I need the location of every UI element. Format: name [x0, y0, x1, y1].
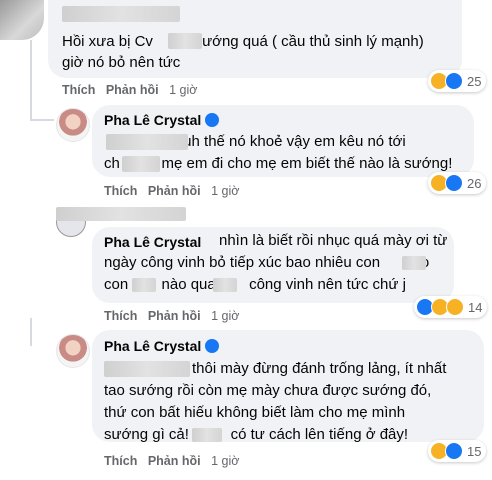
thread-line — [30, 119, 54, 121]
wow-icon — [446, 298, 464, 316]
comment-text-line: Hồi xưa bị Cv sướng quá ( cầu thủ sinh l… — [62, 33, 424, 50]
like-icon — [445, 174, 463, 192]
redacted-word — [122, 156, 160, 172]
author-avatar[interactable] — [56, 334, 90, 368]
verified-badge-icon — [205, 113, 220, 127]
reply-link[interactable]: Phản hồi — [106, 83, 159, 97]
timestamp[interactable]: 1 giờ — [211, 454, 239, 468]
redacted-header — [56, 207, 186, 221]
commenter-avatar[interactable] — [0, 0, 44, 40]
reaction-count: 26 — [467, 175, 482, 191]
comment-actions: Thích Phản hồi 1 giờ — [104, 309, 246, 323]
author-name[interactable]: Pha Lê Crystal — [104, 338, 220, 354]
like-icon — [445, 72, 463, 90]
redacted-word — [192, 428, 222, 442]
redacted-mention — [106, 134, 188, 150]
reaction-count: 25 — [467, 73, 482, 89]
comment-text-line: tao sướng rồi còn mẹ mày chưa được sướng… — [104, 382, 432, 399]
comment-text-line: nhìn là biết rồi nhục quá mày ơi từ — [219, 232, 448, 249]
reply-link[interactable]: Phản hồi — [148, 184, 201, 198]
redacted-word — [132, 278, 156, 292]
redacted-word — [213, 278, 237, 292]
author-avatar[interactable] — [56, 108, 90, 142]
like-link[interactable]: Thích — [104, 309, 137, 323]
verified-badge-icon — [205, 339, 220, 353]
redacted-word — [168, 33, 202, 49]
author-name[interactable]: Pha Lê Crystal — [104, 234, 201, 250]
thread-line — [30, 40, 32, 120]
comment-text-line: thứ con bất hiếu không biết làm cho mẹ m… — [104, 404, 406, 421]
reaction-summary[interactable]: 14 — [414, 296, 488, 318]
comment-text-line: thôi mày đừng đánh trống lảng, ít nhất — [192, 360, 447, 377]
reply-link[interactable]: Phản hồi — [148, 309, 201, 323]
like-link[interactable]: Thích — [104, 184, 137, 198]
like-link[interactable]: Thích — [62, 83, 95, 97]
reaction-summary[interactable]: 15 — [428, 440, 487, 462]
redacted-mention — [104, 361, 190, 377]
like-icon — [445, 442, 463, 460]
thread-line — [30, 318, 32, 346]
timestamp[interactable]: 1 giờ — [211, 184, 239, 198]
like-link[interactable]: Thích — [104, 454, 137, 468]
reaction-count: 15 — [467, 443, 482, 459]
reaction-summary[interactable]: 25 — [428, 70, 487, 92]
comment-actions: Thích Phản hồi 1 giờ — [62, 83, 204, 97]
timestamp[interactable]: 1 giờ — [169, 83, 197, 97]
timestamp[interactable]: 1 giờ — [211, 309, 239, 323]
reply-link[interactable]: Phản hồi — [148, 454, 201, 468]
redacted-word — [402, 256, 426, 270]
comment-actions: Thích Phản hồi 1 giờ — [104, 184, 246, 198]
comment-text-line: giờ nó bỏ nên tức — [62, 54, 181, 71]
comment-text-line: sướng gì cả! có tư cách lên tiếng ở đây! — [104, 426, 409, 443]
author-name[interactable]: Pha Lê Crystal — [104, 112, 220, 128]
comment-text-line: ngày công vinh bỏ tiếp xúc bao nhiêu con… — [104, 254, 430, 271]
commenter-name-redacted — [62, 6, 180, 22]
reaction-count: 14 — [468, 299, 483, 315]
comment-actions: Thích Phản hồi 1 giờ — [104, 454, 246, 468]
reaction-summary[interactable]: 26 — [428, 172, 487, 194]
